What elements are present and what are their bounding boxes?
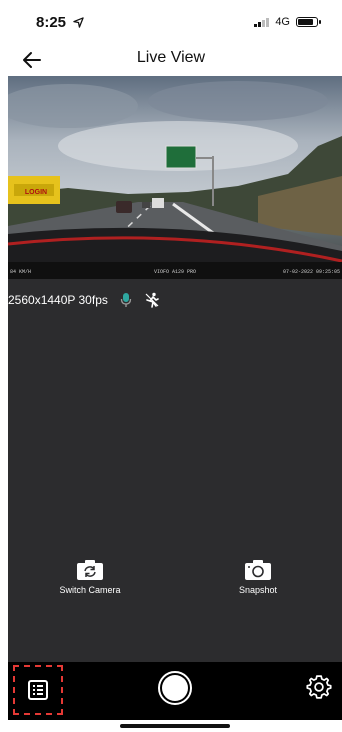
status-time: 8:25 [36, 14, 84, 31]
signal-icon [254, 17, 270, 27]
status-indicators: 4G [254, 16, 321, 28]
status-bar: 8:25 4G [0, 0, 342, 44]
gear-icon[interactable] [306, 674, 332, 700]
running-person-icon[interactable] [144, 292, 160, 308]
switch-camera-icon [77, 560, 103, 580]
location-arrow-icon [73, 17, 84, 28]
sign-text: LOGIN [25, 189, 47, 196]
video-overlay-left: 84 KM/H [10, 269, 31, 275]
nav-bar: Live View [0, 44, 342, 76]
video-frame: LOGIN 84 KM/H VIOFO A129 PRO 07-02-2022 … [8, 76, 342, 279]
snapshot-button[interactable]: Snapshot [213, 559, 303, 595]
snapshot-label: Snapshot [238, 585, 278, 595]
camera-icon [245, 560, 271, 580]
record-button[interactable] [158, 671, 192, 705]
bottom-toolbar [8, 662, 342, 720]
camera-info-row: 2560x1440P 30fps [8, 289, 160, 311]
file-list-button[interactable] [13, 665, 63, 715]
switch-camera-button[interactable]: Switch Camera [45, 559, 135, 595]
live-view-panel: LOGIN 84 KM/H VIOFO A129 PRO 07-02-2022 … [8, 76, 342, 662]
home-indicator[interactable] [120, 724, 230, 728]
network-label: 4G [275, 16, 290, 28]
video-feed[interactable]: LOGIN 84 KM/H VIOFO A129 PRO 07-02-2022 … [8, 76, 342, 279]
home-indicator-area [8, 720, 342, 732]
video-overlay-right: 07-02-2022 09:25:05 [283, 269, 340, 275]
microphone-icon[interactable] [120, 292, 132, 308]
switch-camera-label: Switch Camera [59, 585, 121, 595]
record-button-icon [162, 675, 188, 701]
status-time-text: 8:25 [36, 14, 67, 31]
video-overlay-center: VIOFO A129 PRO [154, 269, 196, 275]
file-list-icon [28, 680, 48, 700]
page-title: Live View [136, 49, 206, 66]
battery-icon [296, 17, 321, 27]
resolution-label: 2560x1440P 30fps [8, 293, 108, 307]
